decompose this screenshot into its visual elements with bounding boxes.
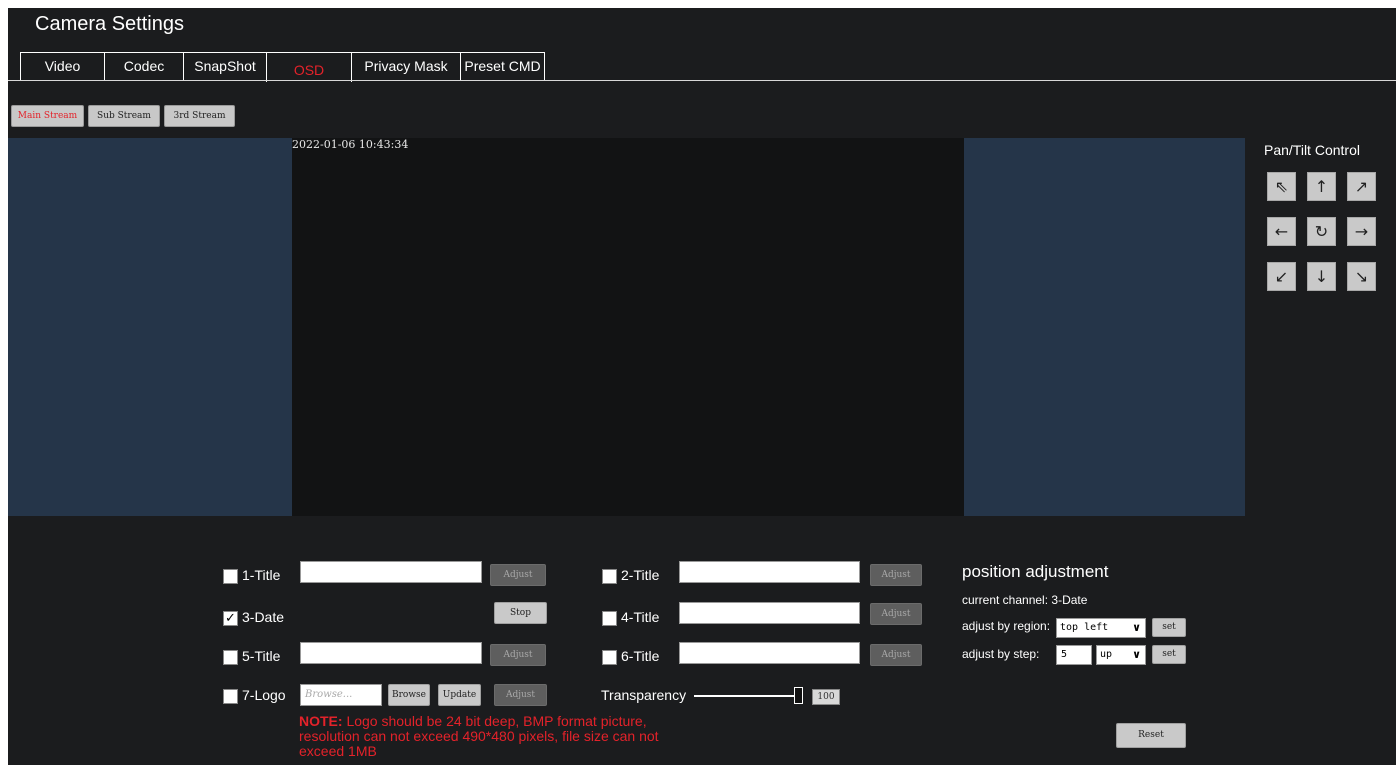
step-label: adjust by step: <box>962 647 1040 661</box>
title1-adjust-button[interactable]: Adjust <box>490 564 546 586</box>
title2-adjust-button[interactable]: Adjust <box>870 564 922 586</box>
date-stop-button[interactable]: Stop <box>494 602 547 624</box>
tab-codec[interactable]: Codec <box>104 52 184 80</box>
sub-stream-button[interactable]: Sub Stream <box>88 105 160 127</box>
ptz-down-left-button[interactable]: ↙ <box>1267 262 1296 291</box>
title1-checkbox[interactable] <box>223 569 238 584</box>
ptz-home-button[interactable]: ↻ <box>1307 217 1336 246</box>
transparency-slider-thumb[interactable] <box>794 687 803 704</box>
arrow-up-icon: ↑ <box>1314 177 1329 196</box>
arrow-right-icon: → <box>1354 222 1369 241</box>
date-label: 3-Date <box>242 609 285 625</box>
logo-label: 7-Logo <box>242 687 286 703</box>
direction-select[interactable]: up ∨ <box>1096 645 1146 665</box>
direction-select-value: up <box>1100 649 1113 660</box>
transparency-slider-track[interactable] <box>694 695 799 697</box>
title1-input[interactable] <box>300 561 482 583</box>
ptz-down-button[interactable]: ↓ <box>1307 262 1336 291</box>
ptz-right-button[interactable]: → <box>1347 217 1376 246</box>
main-stream-button[interactable]: Main Stream <box>11 105 84 127</box>
logo-note: NOTE: Logo should be 24 bit deep, BMP fo… <box>299 714 679 759</box>
ptz-down-right-button[interactable]: ↘ <box>1347 262 1376 291</box>
title1-label: 1-Title <box>242 567 281 583</box>
reset-button[interactable]: Reset <box>1116 723 1186 748</box>
region-set-button[interactable]: set <box>1152 618 1186 637</box>
ptz-up-right-button[interactable]: ↗ <box>1347 172 1376 201</box>
ptz-left-button[interactable]: ← <box>1267 217 1296 246</box>
region-select[interactable]: top left ∨ <box>1056 618 1146 638</box>
update-logo-button[interactable]: Update <box>438 684 481 706</box>
arrow-up-left-icon: ⇖ <box>1274 177 1289 196</box>
note-text: Logo should be 24 bit deep, BMP format p… <box>299 713 659 759</box>
ptz-up-left-button[interactable]: ⇖ <box>1267 172 1296 201</box>
title6-input[interactable] <box>679 642 860 664</box>
arrow-down-left-icon: ↙ <box>1274 267 1289 286</box>
title6-checkbox[interactable] <box>602 650 617 665</box>
arrow-down-right-icon: ↘ <box>1354 267 1369 286</box>
chevron-down-icon: ∨ <box>1132 621 1141 634</box>
tab-privacy-mask[interactable]: Privacy Mask <box>351 52 461 80</box>
tab-snapshot[interactable]: SnapShot <box>183 52 267 80</box>
current-channel-label: current channel: <box>962 593 1049 607</box>
tab-divider <box>8 80 1396 81</box>
logo-checkbox[interactable] <box>223 689 238 704</box>
third-stream-button[interactable]: 3rd Stream <box>164 105 235 127</box>
page-title: Camera Settings <box>35 13 184 35</box>
tab-video[interactable]: Video <box>20 52 105 80</box>
tab-preset-cmd[interactable]: Preset CMD <box>460 52 545 80</box>
title4-adjust-button[interactable]: Adjust <box>870 603 922 625</box>
logo-file-input[interactable]: Browse... <box>300 684 382 706</box>
title2-input[interactable] <box>679 561 860 583</box>
title5-adjust-button[interactable]: Adjust <box>490 644 546 666</box>
title4-checkbox[interactable] <box>602 611 617 626</box>
ptz-up-button[interactable]: ↑ <box>1307 172 1336 201</box>
current-channel-value: 3-Date <box>1051 593 1088 607</box>
date-checkbox[interactable]: ✓ <box>223 611 238 626</box>
transparency-label: Transparency <box>601 687 687 703</box>
title5-checkbox[interactable] <box>223 650 238 665</box>
region-select-value: top left <box>1060 622 1109 633</box>
note-prefix: NOTE: <box>299 713 343 729</box>
camera-settings-panel: Camera Settings Video Codec SnapShot OSD… <box>8 8 1396 765</box>
video-frame[interactable] <box>292 138 964 516</box>
title2-label: 2-Title <box>621 567 660 583</box>
arrow-down-icon: ↓ <box>1314 267 1329 286</box>
title5-label: 5-Title <box>242 648 281 664</box>
logo-adjust-button[interactable]: Adjust <box>494 684 547 706</box>
title5-input[interactable] <box>300 642 482 664</box>
title2-checkbox[interactable] <box>602 569 617 584</box>
title6-label: 6-Title <box>621 648 660 664</box>
osd-timestamp: 2022-01-06 10:43:34 <box>292 138 409 151</box>
tab-osd[interactable]: OSD <box>266 52 352 82</box>
refresh-icon: ↻ <box>1314 222 1329 241</box>
region-label: adjust by region: <box>962 619 1051 633</box>
chevron-down-icon: ∨ <box>1132 648 1141 661</box>
arrow-left-icon: ← <box>1274 222 1289 241</box>
checkmark-icon: ✓ <box>225 611 236 626</box>
browse-button[interactable]: Browse <box>388 684 430 706</box>
transparency-value: 100 <box>812 689 840 705</box>
title4-label: 4-Title <box>621 609 660 625</box>
title6-adjust-button[interactable]: Adjust <box>870 644 922 666</box>
step-input[interactable]: 5 <box>1056 645 1092 665</box>
step-set-button[interactable]: set <box>1152 645 1186 664</box>
position-adjustment-title: position adjustment <box>962 562 1109 581</box>
title4-input[interactable] <box>679 602 860 624</box>
arrow-up-right-icon: ↗ <box>1354 177 1369 196</box>
ptz-title: Pan/Tilt Control <box>1264 142 1360 158</box>
current-channel: current channel: 3-Date <box>962 593 1087 607</box>
